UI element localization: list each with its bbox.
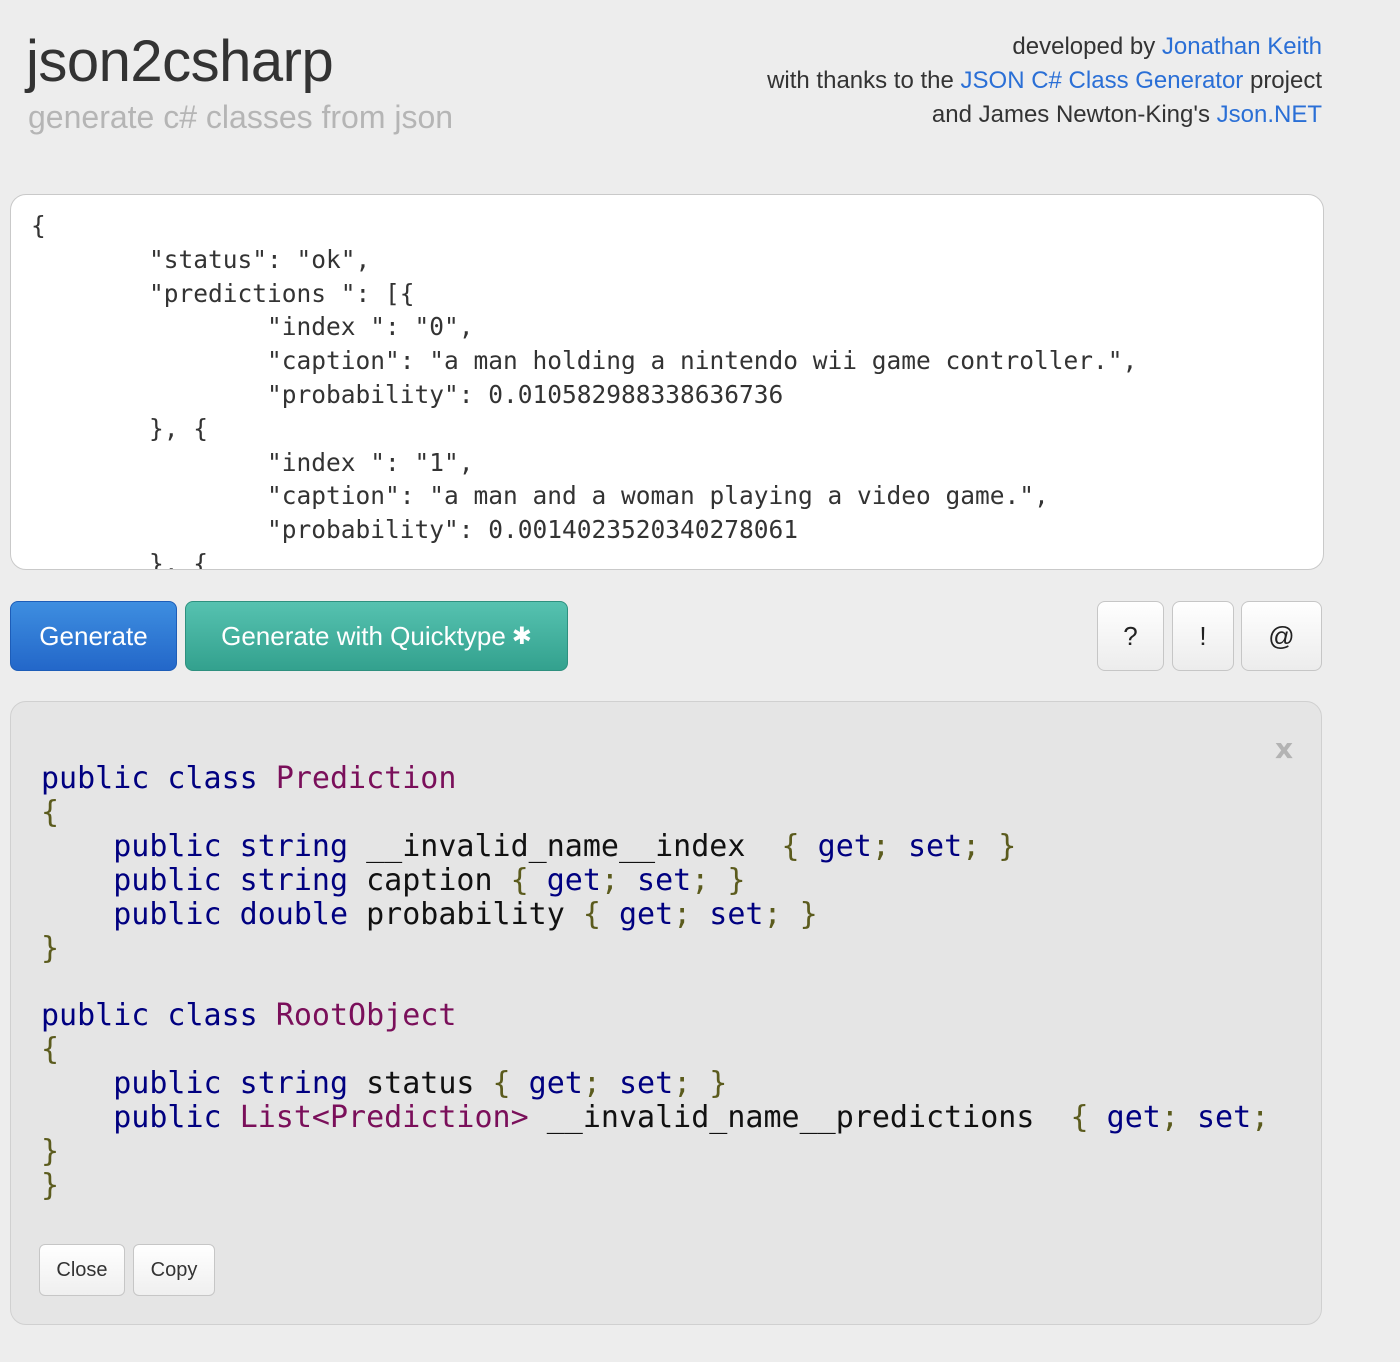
code-token: public class — [41, 998, 276, 1034]
code-token: set — [709, 896, 764, 932]
json-input[interactable]: { "status": "ok", "predictions ": [{ "in… — [10, 194, 1324, 570]
code-token: ; } — [763, 896, 818, 932]
code-token: public string — [41, 828, 367, 864]
code-line: public double probability { get; set; } — [41, 896, 1269, 932]
code-token: { — [510, 862, 547, 898]
code-token: ; — [1251, 1100, 1270, 1136]
generate-quicktype-button[interactable]: Generate with Quicktype ✱ — [185, 601, 568, 671]
credits: developed by Jonathan Keith with thanks … — [767, 30, 1322, 132]
code-token: get — [618, 896, 674, 932]
credit-line-developer: developed by Jonathan Keith — [767, 30, 1322, 64]
code-token: set — [907, 828, 963, 864]
code-token: { — [582, 896, 619, 932]
code-token: set — [618, 1066, 674, 1102]
code-token: } — [41, 930, 60, 966]
code-line: public class Prediction — [41, 762, 1269, 796]
code-token: { — [492, 1066, 529, 1102]
credit-text: with thanks to the — [767, 67, 961, 94]
class-generator-link[interactable]: JSON C# Class Generator — [961, 67, 1244, 94]
credit-text: project — [1243, 67, 1322, 94]
code-line: public string __invalid_name__index { ge… — [41, 828, 1269, 864]
copy-button[interactable]: Copy — [133, 1244, 215, 1296]
code-line: { — [41, 794, 1269, 830]
credit-text: and James Newton-King's — [931, 101, 1217, 128]
code-token: public — [41, 1100, 240, 1136]
code-token: set — [637, 862, 692, 898]
code-token: ; — [582, 1066, 619, 1102]
code-line: public string status { get; set; } — [41, 1067, 1269, 1101]
generated-code: public class Prediction{ public string _… — [41, 762, 1269, 1203]
generate-quicktype-label: Generate with Quicktype — [221, 620, 506, 651]
output-panel: x public class Prediction{ public string… — [10, 701, 1322, 1325]
generate-button[interactable]: Generate — [10, 601, 177, 671]
info-button[interactable]: ! — [1172, 601, 1234, 671]
code-token: get — [817, 828, 872, 864]
code-line: public List<Prediction> __invalid_name__… — [41, 1101, 1269, 1135]
code-token: ; — [673, 896, 710, 932]
code-line: public string caption { get; set; } — [41, 862, 1269, 898]
credit-text: developed by — [1012, 33, 1162, 60]
code-token: RootObject — [275, 998, 457, 1034]
code-token: { — [41, 1032, 60, 1068]
code-token: List<Prediction> — [239, 1100, 529, 1136]
brand: json2csharp generate c# classes from jso… — [26, 26, 453, 136]
code-token: ; } — [691, 862, 746, 898]
credit-line-thanks: with thanks to the JSON C# Class Generat… — [767, 64, 1322, 98]
close-icon[interactable]: x — [1275, 732, 1293, 765]
code-token: { — [781, 828, 818, 864]
code-token: ; — [1160, 1100, 1197, 1136]
code-token: get — [546, 862, 601, 898]
app-subtitle: generate c# classes from json — [28, 99, 454, 135]
code-token: { — [41, 794, 60, 830]
code-token: public double — [41, 896, 367, 932]
code-token: ; } — [962, 828, 1017, 864]
code-token: } — [41, 1133, 60, 1169]
code-line: { — [41, 1033, 1269, 1067]
code-token: status — [366, 1066, 493, 1102]
app-title: json2csharp — [26, 29, 334, 94]
code-token: } — [41, 1167, 60, 1203]
code-token: public string — [41, 1066, 367, 1102]
close-button[interactable]: Close — [39, 1244, 125, 1296]
code-token: __invalid_name__index — [366, 828, 782, 864]
help-button[interactable]: ? — [1097, 601, 1164, 671]
code-token: public string — [41, 862, 367, 898]
code-token: get — [528, 1066, 583, 1102]
json-input-text[interactable]: { "status": "ok", "predictions ": [{ "in… — [31, 209, 1137, 569]
jsonnet-link[interactable]: Json.NET — [1217, 101, 1322, 128]
code-token: probability — [366, 896, 583, 932]
code-line: } — [41, 1135, 1269, 1169]
code-line: } — [41, 1167, 1269, 1203]
contact-button[interactable]: @ — [1241, 601, 1322, 671]
asterisk-icon: ✱ — [511, 622, 532, 650]
code-token: { — [1070, 1100, 1107, 1136]
author-link[interactable]: Jonathan Keith — [1162, 33, 1322, 60]
code-token: get — [1106, 1100, 1161, 1136]
code-token: public class — [41, 761, 276, 796]
code-token: Prediction — [275, 761, 457, 796]
code-line: public class RootObject — [41, 999, 1269, 1033]
code-line: } — [41, 930, 1269, 966]
code-token: caption — [366, 862, 511, 898]
code-token: __invalid_name__predictions — [528, 1100, 1071, 1136]
credit-line-jsonnet: and James Newton-King's Json.NET — [767, 98, 1322, 132]
code-token: ; — [600, 862, 638, 898]
code-token: ; } — [673, 1066, 728, 1102]
code-token: ; — [871, 828, 908, 864]
code-token: set — [1196, 1100, 1252, 1136]
